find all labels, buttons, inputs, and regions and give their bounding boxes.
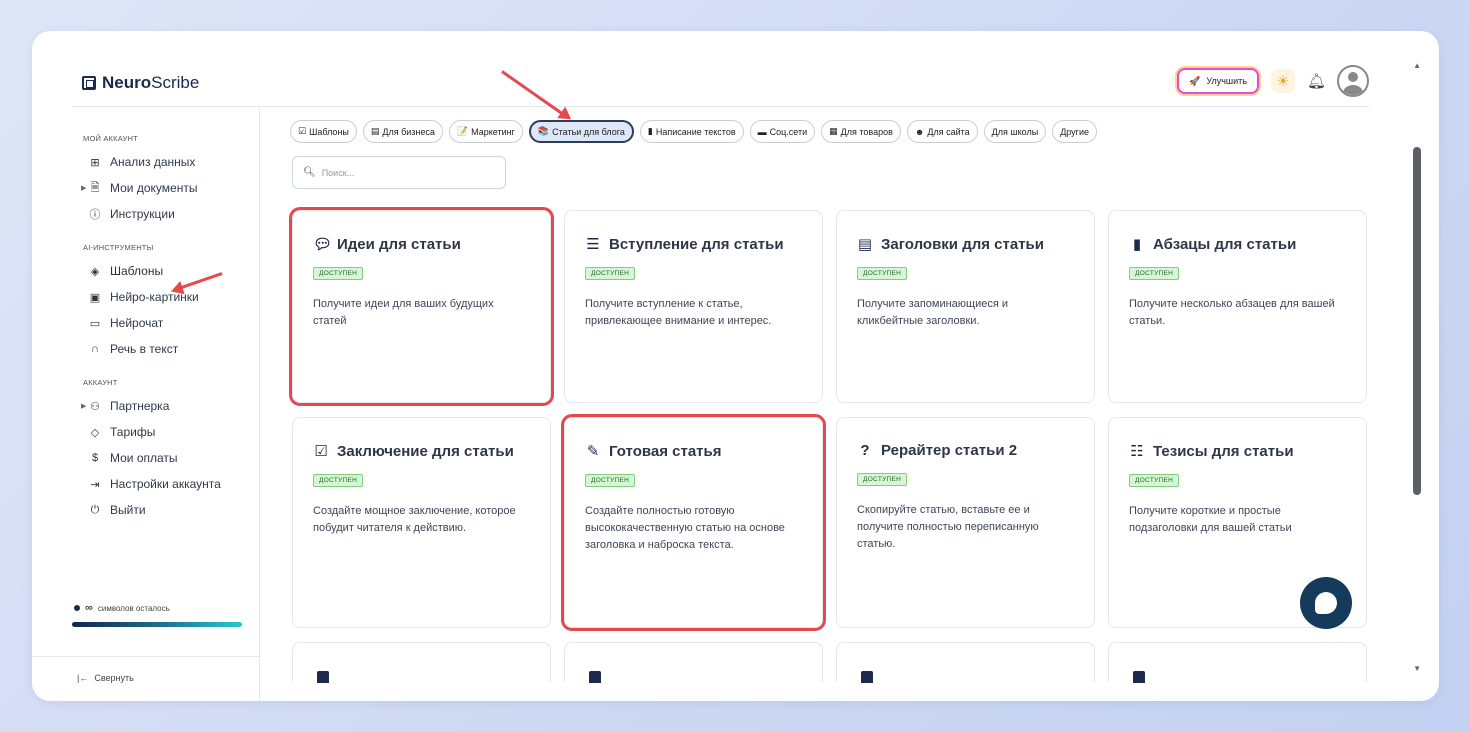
- upgrade-button[interactable]: 🚀 Улучшить: [1177, 68, 1259, 94]
- status-dot: [74, 605, 80, 611]
- status-badge: ДОСТУПЕН: [313, 267, 364, 280]
- template-card-conclusion[interactable]: ☑ Заключение для статьи ДОСТУПЕН Создайте…: [292, 417, 551, 628]
- scrollbar-thumb[interactable]: [1413, 147, 1421, 495]
- speech-bubble-icon: 💬︎: [313, 236, 333, 253]
- users-icon: ⚇: [90, 400, 100, 413]
- list-icon: ☷: [1130, 443, 1144, 460]
- tag-icon: ◇: [90, 426, 100, 439]
- grid-icon: ⊞: [90, 156, 100, 169]
- template-card-headlines[interactable]: ▤ Заголовки для статьи ДОСТУПЕН Получите …: [836, 210, 1095, 403]
- filter-business[interactable]: ▤ Для бизнеса: [362, 120, 443, 143]
- bell-icon[interactable]: 🔔︎: [1307, 72, 1326, 90]
- book-icon: ▮: [1132, 236, 1142, 253]
- status-badge: ДОСТУПЕН: [857, 267, 908, 280]
- layers-icon: ◈: [90, 265, 100, 278]
- filter-school[interactable]: Для школы: [983, 120, 1047, 143]
- chat-widget-button[interactable]: [1300, 577, 1352, 629]
- sidebar-item-logout[interactable]: ⏻ Выйти: [72, 497, 259, 523]
- image-icon: ▣: [89, 291, 101, 304]
- sidebar-item-payments[interactable]: $ Мои оплаты: [72, 445, 259, 471]
- collapse-icon: |←: [77, 673, 89, 683]
- template-card-rewriter[interactable]: ? Рерайтер статьи 2 ДОСТУПЕН Скопируйте с…: [836, 417, 1095, 628]
- template-card-intro[interactable]: ☰ Вступление для статьи ДОСТУПЕН Получите…: [564, 210, 823, 403]
- document-icon: 🗎: [90, 181, 100, 194]
- templates-grid: 💬︎ Идеи для статьи ДОСТУПЕН Получите идеи…: [289, 207, 1367, 683]
- status-badge: ДОСТУПЕН: [857, 473, 908, 486]
- app-window: NeuroScribe 🚀 Улучшить ☀ 🔔︎ МОЙ АККАУНТ …: [32, 31, 1439, 701]
- filter-social[interactable]: ▬ Соц.сети: [749, 120, 816, 143]
- sidebar-item-speech-to-text[interactable]: ∩ Речь в текст: [72, 336, 259, 362]
- caret-right-icon: ▶: [81, 185, 87, 192]
- rocket-icon: 🚀: [1189, 75, 1201, 86]
- scroll-up-icon[interactable]: ▲: [1413, 61, 1421, 70]
- filter-writing[interactable]: ▮ Написание текстов: [639, 120, 744, 143]
- chat-icon: ▭: [89, 317, 101, 330]
- sidebar-item-templates[interactable]: ◈ Шаблоны: [72, 258, 259, 284]
- theme-toggle-sun-icon[interactable]: ☀: [1271, 69, 1295, 93]
- filter-other[interactable]: Другие: [1052, 120, 1098, 143]
- usage-progress-bar: [72, 622, 242, 627]
- usage-text: символов осталось: [97, 603, 170, 613]
- search-box: 🔍︎: [292, 156, 506, 189]
- filter-marketing[interactable]: 📝 Маркетинг: [448, 120, 523, 143]
- main-content: ☑ Шаблоны ▤ Для бизнеса 📝 Маркетинг 📚 Статьи…: [260, 108, 1399, 701]
- filter-chips: ☑ Шаблоны ▤ Для бизнеса 📝 Маркетинг 📚 Статьи…: [290, 120, 1098, 143]
- template-card-ideas[interactable]: 💬︎ Идеи для статьи ДОСТУПЕН Получите идеи…: [289, 207, 554, 406]
- filter-products[interactable]: ▦ Для товаров: [821, 120, 901, 143]
- sidebar-item-data-analysis[interactable]: ⊞ Анализ данных: [72, 149, 259, 175]
- template-card-partial[interactable]: [564, 642, 823, 683]
- section-title-account: АККАУНТ: [83, 378, 118, 387]
- section-title-ai-tools: AI-ИНСТРУМЕНТЫ: [83, 243, 154, 252]
- template-card-full-article[interactable]: ✎ Готовая статья ДОСТУПЕН Создайте полнос…: [561, 414, 826, 631]
- sidebar: МОЙ АККАУНТ ⊞ Анализ данных ▶ 🗎 Мои доку…: [32, 108, 260, 701]
- filter-website[interactable]: ☻ Для сайта: [906, 120, 978, 143]
- logo-text: NeuroScribe: [102, 73, 200, 92]
- login-icon: ⇥: [90, 478, 100, 491]
- sidebar-item-neuro-images[interactable]: ▣ Нейро-картинки: [72, 284, 259, 310]
- template-card-partial[interactable]: [1108, 642, 1367, 683]
- sidebar-item-account-settings[interactable]: ⇥ Настройки аккаунта: [72, 471, 259, 497]
- sidebar-item-instructions[interactable]: ⓘ Инструкции: [72, 201, 259, 227]
- headphones-icon: ∩: [91, 343, 99, 355]
- avatar[interactable]: [1337, 65, 1369, 97]
- status-badge: ДОСТУПЕН: [585, 267, 636, 280]
- template-card-paragraphs[interactable]: ▮ Абзацы для статьи ДОСТУПЕН Получите нес…: [1108, 210, 1367, 403]
- status-badge: ДОСТУПЕН: [1129, 474, 1180, 487]
- scroll-down-icon[interactable]: ▼: [1413, 664, 1421, 673]
- status-badge: ДОСТУПЕН: [313, 474, 364, 487]
- sidebar-item-my-documents[interactable]: ▶ 🗎 Мои документы: [72, 175, 259, 201]
- sidebar-item-neurochat[interactable]: ▭ Нейрочат: [72, 310, 259, 336]
- filter-templates[interactable]: ☑ Шаблоны: [290, 120, 357, 143]
- status-badge: ДОСТУПЕН: [585, 474, 636, 487]
- logo[interactable]: NeuroScribe: [82, 73, 199, 93]
- section-title-my-account: МОЙ АККАУНТ: [83, 134, 138, 143]
- logo-icon: [82, 76, 96, 90]
- caret-right-icon: ▶: [81, 403, 87, 410]
- pen-icon: ✎: [586, 443, 600, 460]
- search-icon: 🔍︎: [303, 167, 316, 178]
- template-card-partial[interactable]: [836, 642, 1095, 683]
- usage-symbol: ∞: [85, 602, 93, 614]
- top-header: NeuroScribe 🚀 Улучшить ☀ 🔔︎: [72, 65, 1369, 107]
- dollar-icon: $: [91, 452, 99, 464]
- lines-icon: ☰: [586, 236, 600, 253]
- scrollbar[interactable]: ▲ ▼: [1413, 61, 1421, 673]
- notepad-icon: ▤: [857, 236, 873, 253]
- status-badge: ДОСТУПЕН: [1129, 267, 1180, 280]
- sidebar-item-partner[interactable]: ▶ ⚇ Партнерка: [72, 393, 259, 419]
- usage-indicator: ∞ символов осталось: [72, 602, 260, 627]
- search-input[interactable]: [321, 167, 492, 178]
- help-icon: ⓘ: [89, 209, 101, 221]
- sidebar-item-tariffs[interactable]: ◇ Тарифы: [72, 419, 259, 445]
- filter-blog-articles[interactable]: 📚 Статьи для блога: [528, 120, 634, 143]
- power-icon: ⏻: [90, 503, 100, 516]
- question-icon: ?: [860, 442, 870, 459]
- collapse-button[interactable]: |← Свернуть: [77, 673, 134, 683]
- checkbox-icon: ☑: [314, 443, 328, 460]
- template-card-partial[interactable]: [292, 642, 551, 683]
